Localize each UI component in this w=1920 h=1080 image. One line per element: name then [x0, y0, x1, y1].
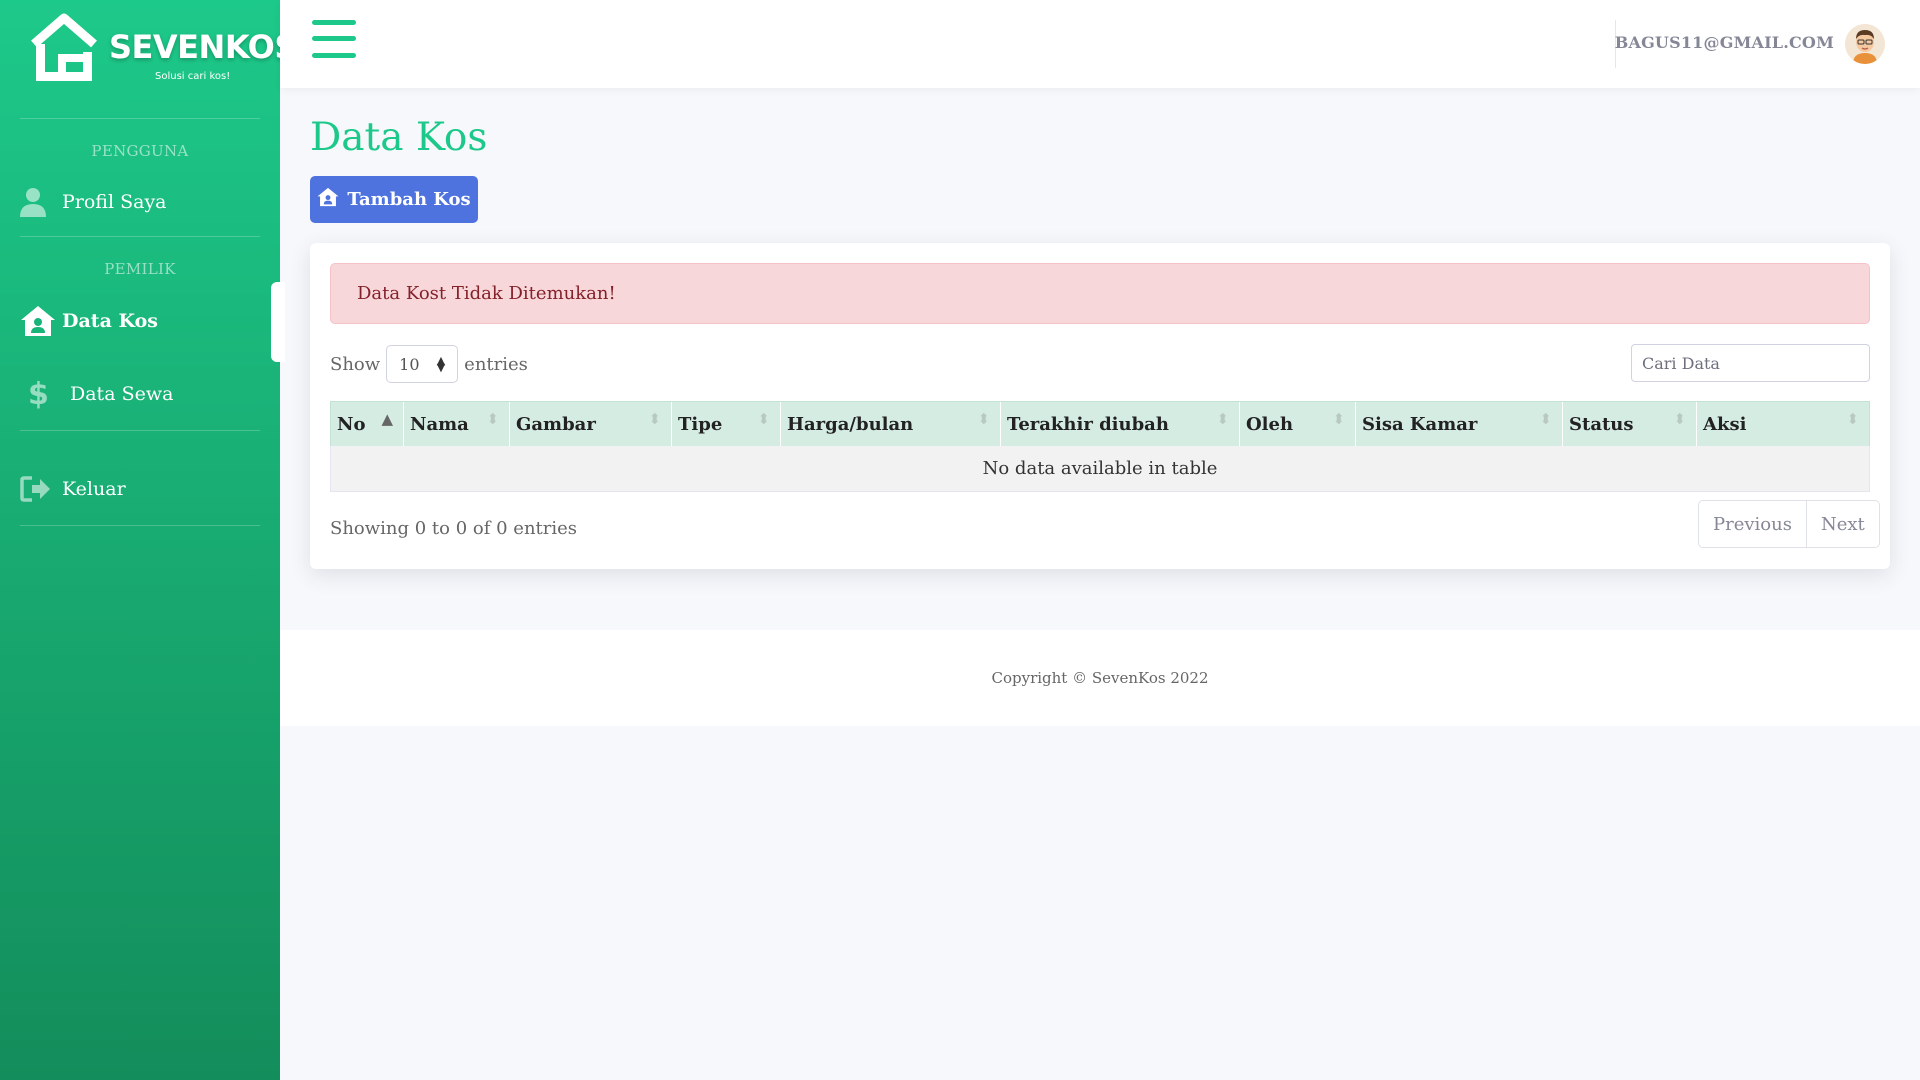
sort-icon: ⬍	[1539, 410, 1552, 428]
sort-updown-icon: ▲ ▼	[436, 354, 446, 374]
column-header-no[interactable]: No ▲	[330, 401, 404, 446]
length-label-before: Show	[330, 353, 381, 375]
footer: Copyright © SevenKos 2022	[280, 630, 1920, 726]
hamburger-icon[interactable]	[312, 20, 356, 58]
sort-asc-icon: ▲	[381, 410, 393, 428]
sign-out-icon	[20, 476, 62, 502]
column-header-label: Sisa Kamar	[1362, 413, 1478, 435]
table-info: Showing 0 to 0 of 0 entries	[330, 518, 578, 539]
column-header-nama[interactable]: Nama ⬍	[403, 401, 510, 446]
column-header-label: Terakhir diubah	[1007, 413, 1169, 435]
house-user-icon	[317, 187, 339, 212]
sort-icon: ⬍	[1846, 410, 1859, 428]
entries-per-page-select[interactable]: 10 ▲ ▼	[386, 345, 459, 383]
page-title: Data Kos	[310, 115, 488, 160]
table-header-row: No ▲ Nama ⬍ Gambar ⬍ Tipe ⬍ Harga/bulan ⬍ Ter…	[330, 401, 1870, 446]
brand-tagline: Solusi cari kos!	[155, 71, 231, 82]
column-header-oleh[interactable]: Oleh ⬍	[1239, 401, 1356, 446]
user-email[interactable]: BAGUS11@GMAIL.COM	[1615, 33, 1834, 52]
data-card: Data Kost Tidak Ditemukan! Show 10 ▲ ▼ en…	[310, 243, 1890, 569]
column-header-tipe[interactable]: Tipe ⬍	[671, 401, 781, 446]
dollar-icon: $	[28, 376, 49, 412]
sort-icon: ⬍	[1216, 410, 1229, 428]
sidebar: SEVENKOS Solusi cari kos! PENGGUNA Profi…	[0, 0, 297, 1080]
kos-table: No ▲ Nama ⬍ Gambar ⬍ Tipe ⬍ Harga/bulan ⬍ Ter…	[330, 401, 1870, 492]
add-kos-button[interactable]: Tambah Kos	[310, 176, 478, 223]
add-kos-button-label: Tambah Kos	[347, 189, 471, 210]
column-header-label: Status	[1569, 413, 1634, 435]
active-item-indicator	[271, 282, 285, 362]
column-header-label: Gambar	[516, 413, 596, 435]
sidebar-item-label: Data Sewa	[70, 383, 174, 405]
search-input[interactable]	[1631, 344, 1870, 382]
sidebar-item-label: Profil Saya	[62, 191, 167, 213]
empty-table-message: No data available in table	[330, 446, 1870, 492]
sidebar-item-keluar[interactable]: Keluar	[20, 464, 260, 514]
column-header-label: Harga/bulan	[787, 413, 914, 435]
column-header-label: Aksi	[1703, 413, 1747, 435]
column-header-sisa-kamar[interactable]: Sisa Kamar ⬍	[1355, 401, 1563, 446]
alert-message: Data Kost Tidak Ditemukan!	[357, 283, 616, 304]
sort-icon: ⬍	[648, 410, 661, 428]
table-length-control: Show 10 ▲ ▼ entries	[330, 345, 528, 383]
pagination-previous-button[interactable]: Previous	[1699, 501, 1807, 547]
sidebar-item-profil-saya[interactable]: Profil Saya	[20, 177, 260, 227]
length-label-after: entries	[464, 353, 528, 375]
column-header-status[interactable]: Status ⬍	[1562, 401, 1697, 446]
sidebar-item-label: Data Kos	[62, 310, 158, 332]
column-header-label: No	[337, 413, 366, 435]
sidebar-item-data-sewa[interactable]: $ Data Sewa	[20, 369, 260, 419]
entries-per-page-value: 10	[399, 354, 420, 374]
sidebar-item-label: Keluar	[62, 478, 126, 500]
footer-copyright: Copyright © SevenKos 2022	[991, 669, 1209, 687]
user-icon	[20, 187, 62, 217]
user-avatar[interactable]	[1845, 24, 1885, 64]
table-row-empty: No data available in table	[330, 446, 1870, 492]
house-logo-icon	[28, 10, 100, 88]
column-header-label: Oleh	[1246, 413, 1294, 435]
brand-name: SEVENKOS	[109, 28, 297, 66]
pagination: Previous Next	[1698, 500, 1880, 548]
sort-icon: ⬍	[977, 410, 990, 428]
column-header-label: Tipe	[678, 413, 723, 435]
sort-icon: ⬍	[1332, 410, 1345, 428]
column-header-harga-bulan[interactable]: Harga/bulan ⬍	[780, 401, 1001, 446]
sidebar-divider	[20, 430, 260, 431]
sidebar-divider	[20, 118, 260, 119]
sidebar-heading-pemilik: PEMILIK	[104, 260, 176, 278]
alert-not-found: Data Kost Tidak Ditemukan!	[330, 263, 1870, 324]
pagination-next-button[interactable]: Next	[1807, 501, 1879, 547]
brand[interactable]: SEVENKOS Solusi cari kos!	[0, 0, 297, 118]
column-header-label: Nama	[410, 413, 469, 435]
column-header-terakhir-diubah[interactable]: Terakhir diubah ⬍	[1000, 401, 1240, 446]
sort-icon: ⬍	[1673, 410, 1686, 428]
sidebar-heading-pengguna: PENGGUNA	[91, 142, 189, 160]
sort-icon: ⬍	[757, 410, 770, 428]
sort-icon: ⬍	[486, 410, 499, 428]
sidebar-divider	[20, 525, 260, 526]
house-user-icon	[20, 305, 62, 337]
column-header-gambar[interactable]: Gambar ⬍	[509, 401, 672, 446]
sidebar-divider	[20, 236, 260, 237]
column-header-aksi[interactable]: Aksi ⬍	[1696, 401, 1870, 446]
sidebar-item-data-kos[interactable]: Data Kos	[20, 296, 260, 346]
